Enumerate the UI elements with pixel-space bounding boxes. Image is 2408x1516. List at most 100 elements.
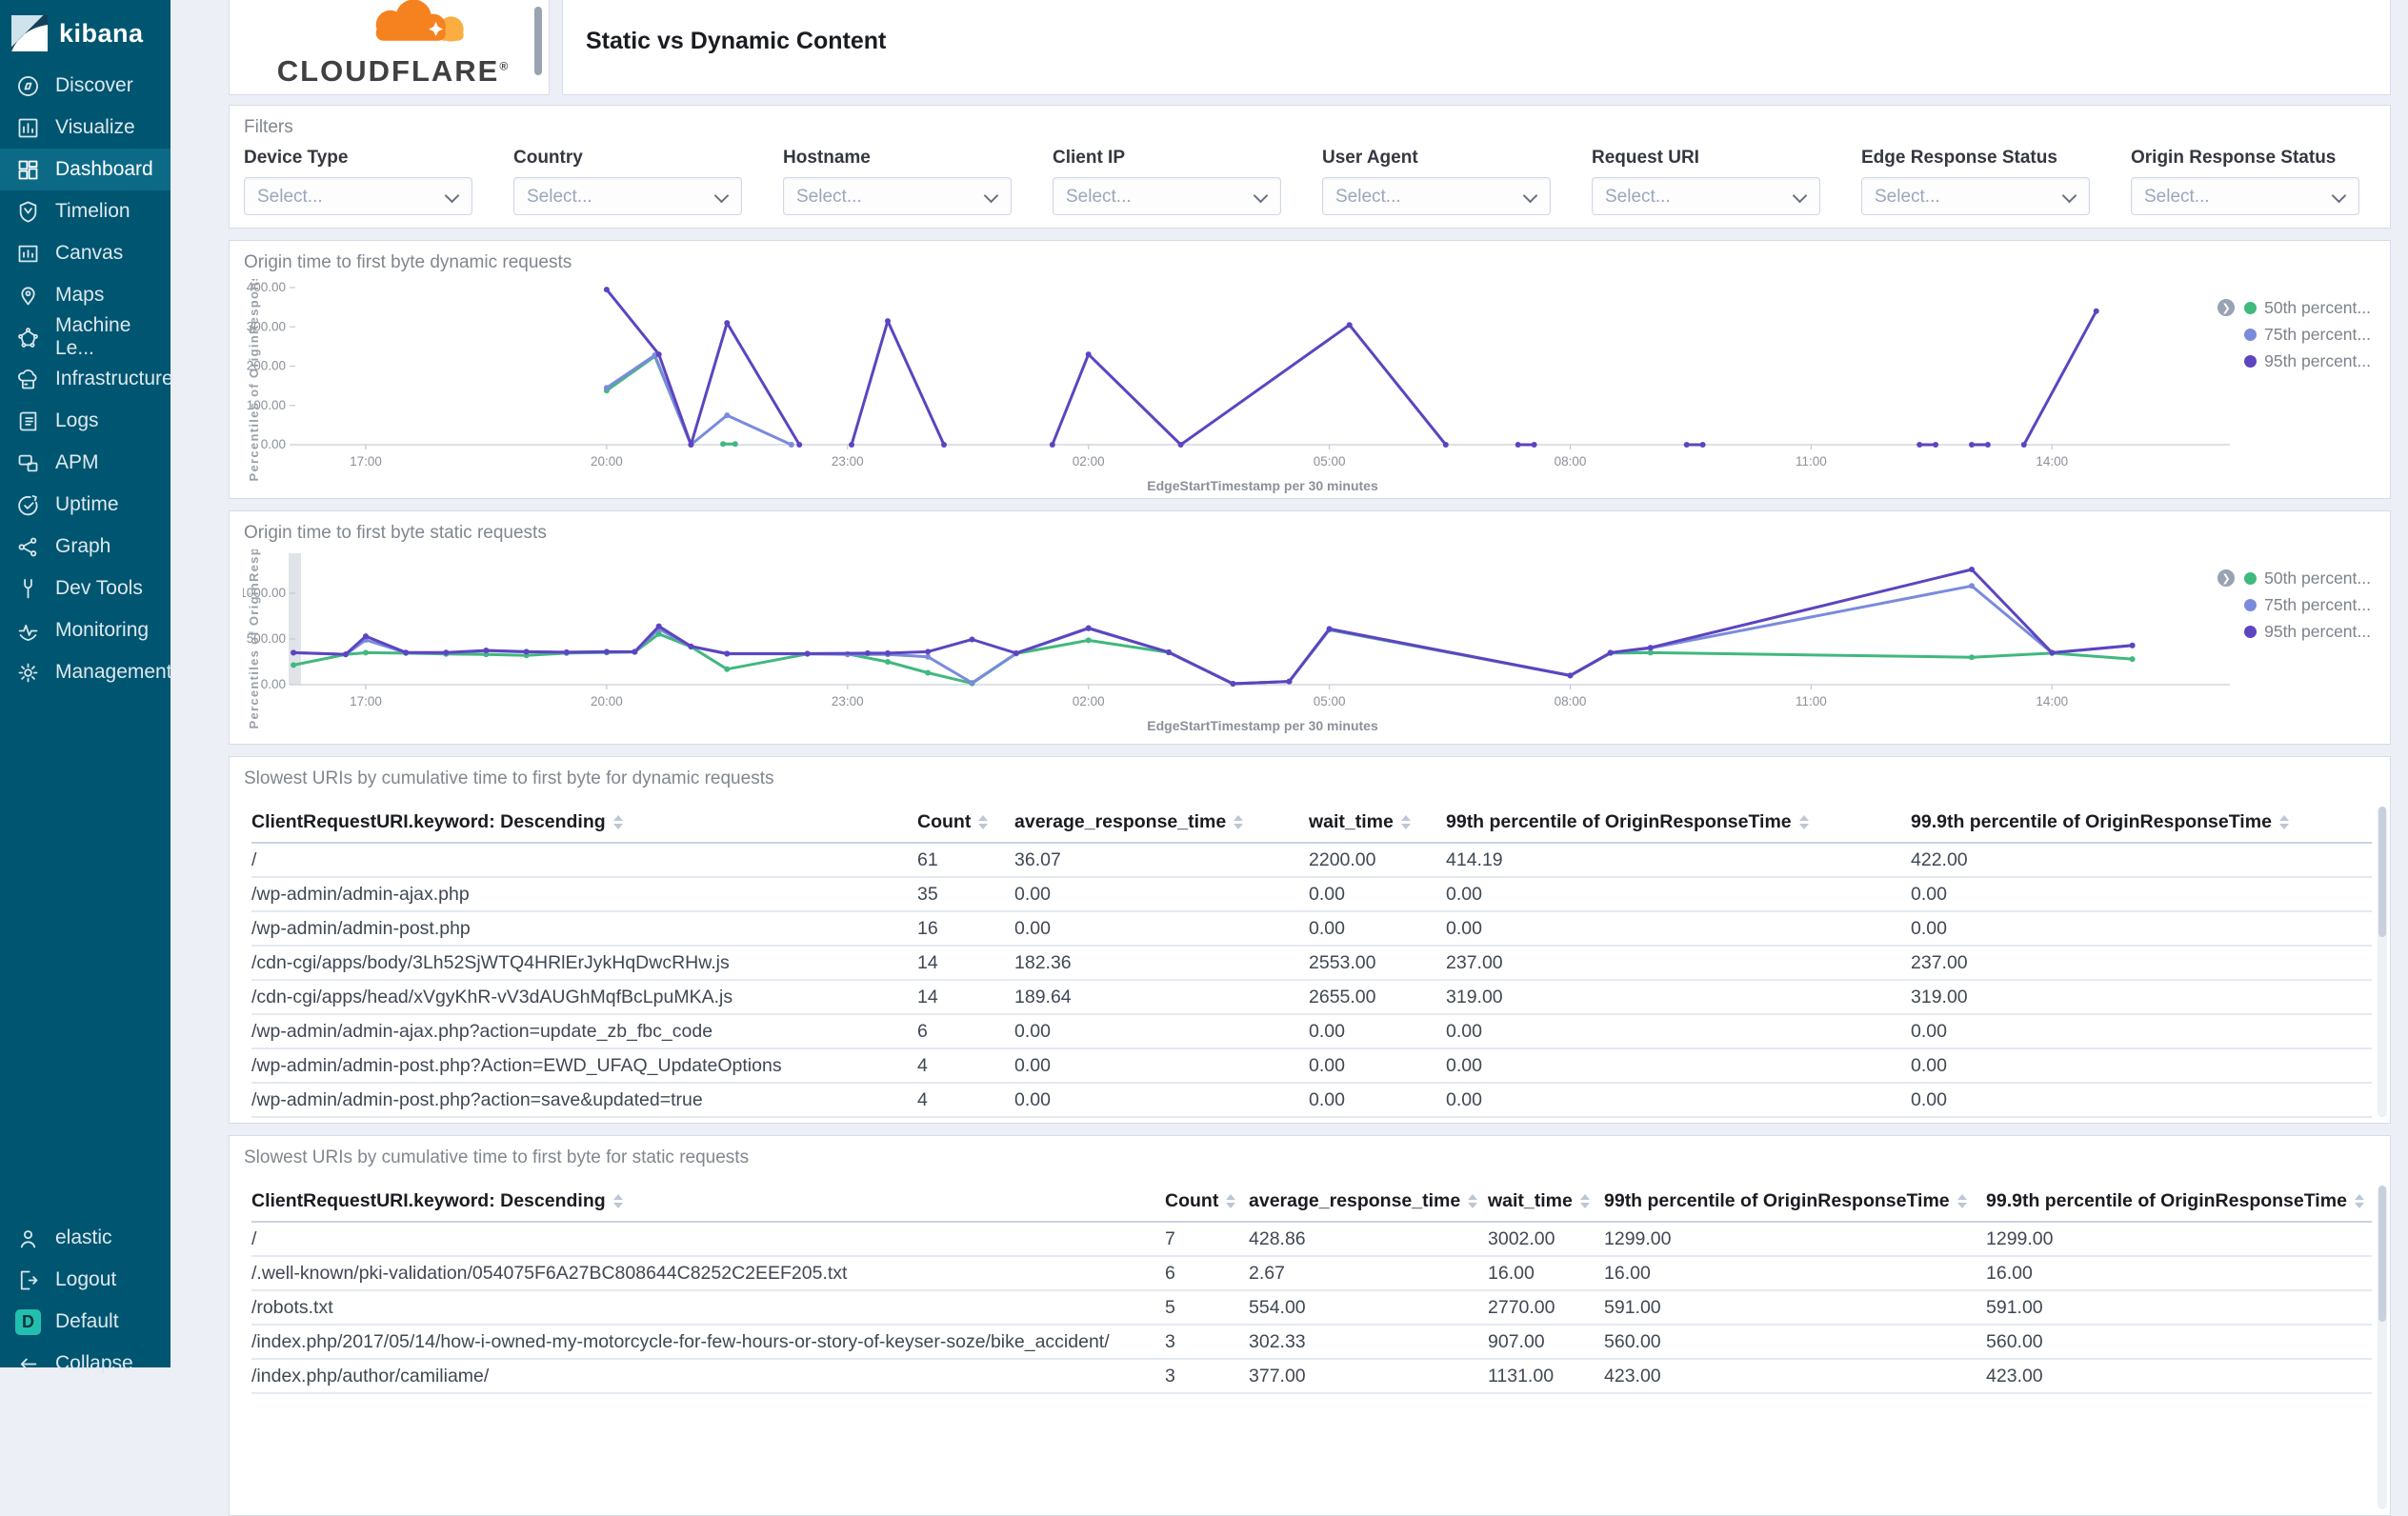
filter-select[interactable]: Select... [1592,177,1820,215]
legend-item[interactable]: 75th percent... [2244,595,2371,615]
table-cell: 4 [917,1117,1014,1123]
sidebar-item-dev-tools[interactable]: Dev Tools [0,568,171,609]
sidebar-item-label: elastic [55,1227,112,1248]
legend-expand-icon[interactable]: ❯ [2217,299,2236,316]
filter-select[interactable]: Select... [1861,177,2090,215]
maps-icon [15,283,41,309]
filter-label: Edge Response Status [1861,148,2057,168]
column-header[interactable]: ClientRequestURI.keyword: Descending [251,803,917,844]
table-cell: 423.00 [1986,1359,2372,1394]
legend-item[interactable]: 75th percent... [2244,325,2371,345]
svg-text:0.00: 0.00 [261,437,286,451]
filter-select[interactable]: Select... [2131,177,2359,215]
column-header[interactable]: ClientRequestURI.keyword: Descending [251,1182,1165,1223]
table-cell: / [251,1222,1165,1257]
sidebar-item-label: Maps [55,284,105,306]
sidebar-item-default[interactable]: D Default [0,1301,171,1343]
filter-select[interactable]: Select... [513,177,742,215]
column-header[interactable]: average_response_time [1249,1182,1488,1223]
legend-label: 95th percent... [2264,622,2371,641]
sidebar-item-monitoring[interactable]: Monitoring [0,609,171,651]
table-cell: 0.00 [1309,911,1446,947]
sidebar-item-dashboard[interactable]: Dashboard [0,149,171,190]
column-header[interactable]: average_response_time [1014,803,1309,844]
sidebar-item-visualize[interactable]: Visualize [0,107,171,149]
sidebar-item-label: Graph [55,535,111,557]
table-row: /index.php/author/camiliame/3 377.00 1131.… [251,1359,2372,1394]
table-cell: 237.00 [1911,946,2372,981]
filter-select[interactable]: Select... [783,177,1012,215]
monitoring-icon [15,618,41,644]
table-cell: 2200.00 [1309,843,1446,878]
legend-expand-icon[interactable]: ❯ [2217,569,2236,587]
filter-select[interactable]: Select... [244,177,472,215]
column-header[interactable]: Count [917,803,1014,844]
column-header[interactable]: Count [1165,1182,1249,1223]
sidebar-item-apm[interactable]: APM [0,442,171,484]
sidebar-item-elastic[interactable]: elastic [0,1217,171,1259]
sidebar-item-label: Dev Tools [55,577,143,599]
sidebar-item-label: Canvas [55,242,124,264]
scrollbar-thumb[interactable] [2378,1186,2386,1322]
svg-text:23:00: 23:00 [832,454,864,469]
sidebar-item-machine-le[interactable]: Machine Le... [0,314,171,359]
legend-item[interactable]: 95th percent... [2244,622,2371,642]
sidebar-item-canvas[interactable]: Canvas [0,232,171,274]
legend-item[interactable]: 95th percent... [2244,351,2371,371]
legend-swatch [2244,355,2258,368]
sidebar-item-label: Collapse [55,1352,133,1374]
column-header[interactable]: 99th percentile of OriginResponseTime [1446,803,1911,844]
table-cell: 560.00 [1604,1325,1986,1360]
table-row: /wp-admin/admin-ajax.php 35 0.00 0.00 0.00 0.… [251,877,2372,912]
sidebar-item-logout[interactable]: Logout [0,1259,171,1301]
legend-item[interactable]: ❯ 50th percent... [2217,568,2371,588]
sidebar-item-label: Uptime [55,493,119,515]
sidebar-item-infrastructure[interactable]: Infrastructure [0,358,173,400]
management-icon [15,660,41,686]
column-header[interactable]: 99th percentile of OriginResponseTime [1604,1182,1986,1223]
column-header[interactable]: 99.9th percentile of OriginResponseTime [1986,1182,2372,1223]
column-header[interactable]: 99.9th percentile of OriginResponseTime [1911,803,2372,844]
table-cell: 1299.00 [1986,1222,2372,1257]
column-header[interactable]: wait_time [1309,803,1446,844]
machine-learning-icon [15,325,41,350]
table-cell: 423.00 [1604,1359,1986,1394]
canvas-icon [15,241,41,267]
table-title: Slowest URIs by cumulative time to first… [244,768,774,788]
chevron-down-icon [1253,188,1269,204]
select-placeholder: Select... [796,187,862,207]
table-cell: 414.19 [1446,843,1911,878]
table-cell: 237.00 [1446,946,1911,981]
sidebar-item-discover[interactable]: Discover [0,65,171,107]
svg-text:08:00: 08:00 [1555,454,1587,469]
filters-row: Device Type Select... Country Select... Host… [230,138,2390,215]
scrollbar-thumb[interactable] [2378,807,2386,937]
sidebar-item-logs[interactable]: Logs [0,400,171,442]
filter-select[interactable]: Select... [1053,177,1281,215]
apm-icon [15,450,41,476]
table-cell: 5 [1165,1290,1249,1326]
table-row: /robots.txt 5 554.00 2770.00 591.00 591.00 [251,1290,2372,1326]
column-header[interactable]: wait_time [1488,1182,1604,1223]
sidebar-item-management[interactable]: Management [0,651,172,693]
sidebar-item-graph[interactable]: Graph [0,526,171,568]
table-cell: /wp-admin/admin-post.php?action=save&upd… [251,1083,917,1118]
sidebar-item-maps[interactable]: Maps [0,274,171,316]
filter-select[interactable]: Select... [1322,177,1551,215]
table-scrollbar [2378,1186,2387,1509]
dashboard-title-panel: Static vs Dynamic Content [562,0,2391,95]
table-row: /index.php/2017/05/14/how-i-owned-my-mot… [251,1325,2372,1360]
table-cell: 0.00 [1911,1014,2372,1049]
sidebar-item-timelion[interactable]: Timelion [0,190,171,232]
kibana-logo[interactable]: kibana [0,0,171,65]
table-cell: 319.00 [1446,980,1911,1015]
panel-scrollbar[interactable] [534,7,542,75]
table-cell: 3 [1165,1359,1249,1394]
table-cell: 16 [917,911,1014,947]
filter-user-agent: User Agent Select... [1322,148,1551,215]
timelion-icon [15,199,41,225]
legend-item[interactable]: ❯ 50th percent... [2217,298,2371,318]
sidebar-item-uptime[interactable]: Uptime [0,484,171,526]
filter-label: Device Type [244,148,349,168]
sidebar-item-collapse[interactable]: Collapse [0,1343,171,1385]
